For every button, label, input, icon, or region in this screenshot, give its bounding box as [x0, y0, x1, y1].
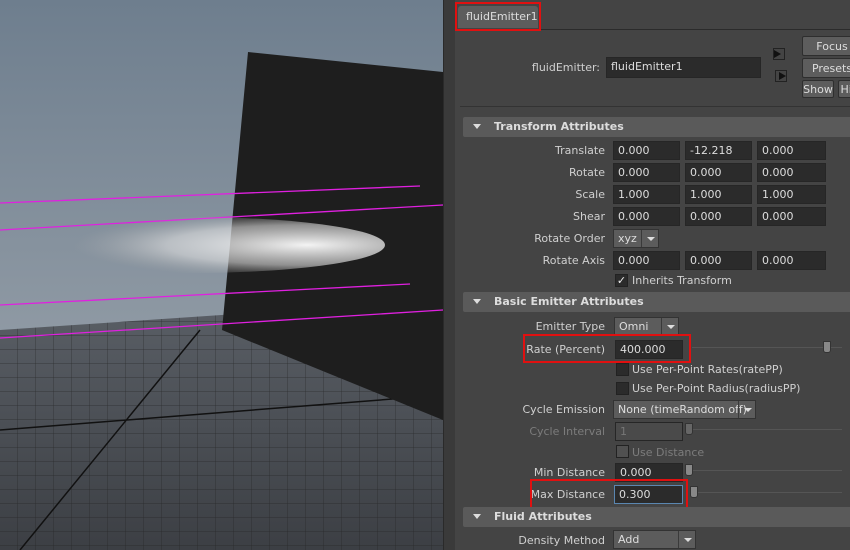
translate-label: Translate	[555, 144, 605, 157]
viewport-scene	[0, 0, 443, 550]
rotate-order-label: Rotate Order	[534, 232, 605, 245]
scale-z-field[interactable]: 1.000	[757, 185, 826, 204]
max-distance-slider[interactable]	[692, 492, 842, 493]
shear-yz-field[interactable]: 0.000	[757, 207, 826, 226]
hide-button[interactable]: Hide	[838, 80, 850, 98]
transform-attributes-header[interactable]: Transform Attributes	[463, 117, 850, 137]
cycle-interval-slider-thumb	[685, 423, 693, 435]
per-point-radius-checkbox[interactable]	[616, 382, 629, 395]
min-distance-slider[interactable]	[692, 470, 842, 471]
scale-label: Scale	[575, 188, 605, 201]
section-title: Fluid Attributes	[494, 510, 592, 523]
collapse-triangle-icon	[473, 514, 481, 519]
rotate-order-dropdown[interactable]: xyz	[613, 229, 659, 248]
node-name-field[interactable]: fluidEmitter1	[606, 57, 761, 78]
dropdown-value: Add	[618, 533, 640, 546]
min-distance-slider-thumb[interactable]	[685, 464, 693, 476]
fluid-smoke	[0, 217, 385, 273]
dropdown-value: Omni	[619, 320, 649, 333]
collapse-triangle-icon	[473, 124, 481, 129]
rotate-axis-x-field[interactable]: 0.000	[613, 251, 680, 270]
use-distance-label: Use Distance	[632, 446, 705, 459]
rotate-axis-y-field[interactable]: 0.000	[685, 251, 752, 270]
chevron-down-icon	[738, 401, 755, 418]
3d-viewport[interactable]	[0, 0, 443, 550]
dropdown-value: xyz	[618, 232, 637, 245]
translate-x-field[interactable]: 0.000	[613, 141, 680, 160]
rotate-axis-label: Rotate Axis	[542, 254, 605, 267]
rotate-z-field[interactable]: 0.000	[757, 163, 826, 182]
scale-y-field[interactable]: 1.000	[685, 185, 752, 204]
inherits-transform-label: Inherits Transform	[632, 274, 732, 287]
cycle-emission-label: Cycle Emission	[522, 403, 606, 416]
section-title: Basic Emitter Attributes	[494, 295, 644, 308]
chevron-down-icon	[661, 318, 678, 335]
show-button[interactable]: Show	[802, 80, 834, 98]
attribute-editor: fluidEmitter1 fluidEmitter: fluidEmitter…	[455, 0, 850, 550]
node-name-label: fluidEmitter:	[531, 61, 600, 74]
per-point-rates-label: Use Per-Point Rates(ratePP)	[632, 363, 783, 376]
collapse-triangle-icon	[473, 299, 481, 304]
shear-xz-field[interactable]: 0.000	[685, 207, 752, 226]
dropdown-value: None (timeRandom off)	[618, 403, 747, 416]
basic-emitter-attributes-header[interactable]: Basic Emitter Attributes	[463, 292, 850, 312]
focus-input-icon[interactable]	[773, 48, 785, 60]
translate-z-field[interactable]: 0.000	[757, 141, 826, 160]
rotate-label: Rotate	[568, 166, 605, 179]
highlight-box	[530, 479, 688, 509]
fluid-attributes-header[interactable]: Fluid Attributes	[463, 507, 850, 527]
rotate-x-field[interactable]: 0.000	[613, 163, 680, 182]
cycle-interval-field: 1	[615, 422, 683, 441]
cycle-interval-label: Cycle Interval	[529, 425, 605, 438]
rate-slider-thumb[interactable]	[823, 341, 831, 353]
per-point-rates-checkbox[interactable]	[616, 363, 629, 376]
section-title: Transform Attributes	[494, 120, 624, 133]
rate-slider[interactable]	[692, 347, 842, 348]
panel-splitter[interactable]	[443, 0, 455, 550]
focus-output-icon[interactable]	[775, 70, 787, 82]
cycle-emission-dropdown[interactable]: None (timeRandom off)	[613, 400, 756, 419]
emitter-type-label: Emitter Type	[535, 320, 605, 333]
translate-y-field[interactable]: -12.218	[685, 141, 752, 160]
chevron-down-icon	[678, 531, 695, 548]
shear-label: Shear	[573, 210, 605, 223]
density-method-dropdown[interactable]: Add	[613, 530, 696, 549]
max-distance-slider-thumb[interactable]	[690, 486, 698, 498]
presets-button[interactable]: Presets	[802, 58, 850, 78]
min-distance-label: Min Distance	[533, 466, 605, 479]
rotate-y-field[interactable]: 0.000	[685, 163, 752, 182]
inherits-transform-checkbox[interactable]: ✓	[615, 274, 628, 287]
use-distance-checkbox	[616, 445, 629, 458]
focus-button[interactable]: Focus	[802, 36, 850, 56]
chevron-down-icon	[641, 230, 658, 247]
scale-x-field[interactable]: 1.000	[613, 185, 680, 204]
density-method-label: Density Method	[518, 534, 605, 547]
per-point-radius-label: Use Per-Point Radius(radiusPP)	[632, 382, 801, 395]
highlight-box	[523, 334, 691, 363]
shear-xy-field[interactable]: 0.000	[613, 207, 680, 226]
cycle-interval-slider	[692, 429, 842, 430]
highlight-box	[455, 2, 541, 31]
rotate-axis-z-field[interactable]: 0.000	[757, 251, 826, 270]
